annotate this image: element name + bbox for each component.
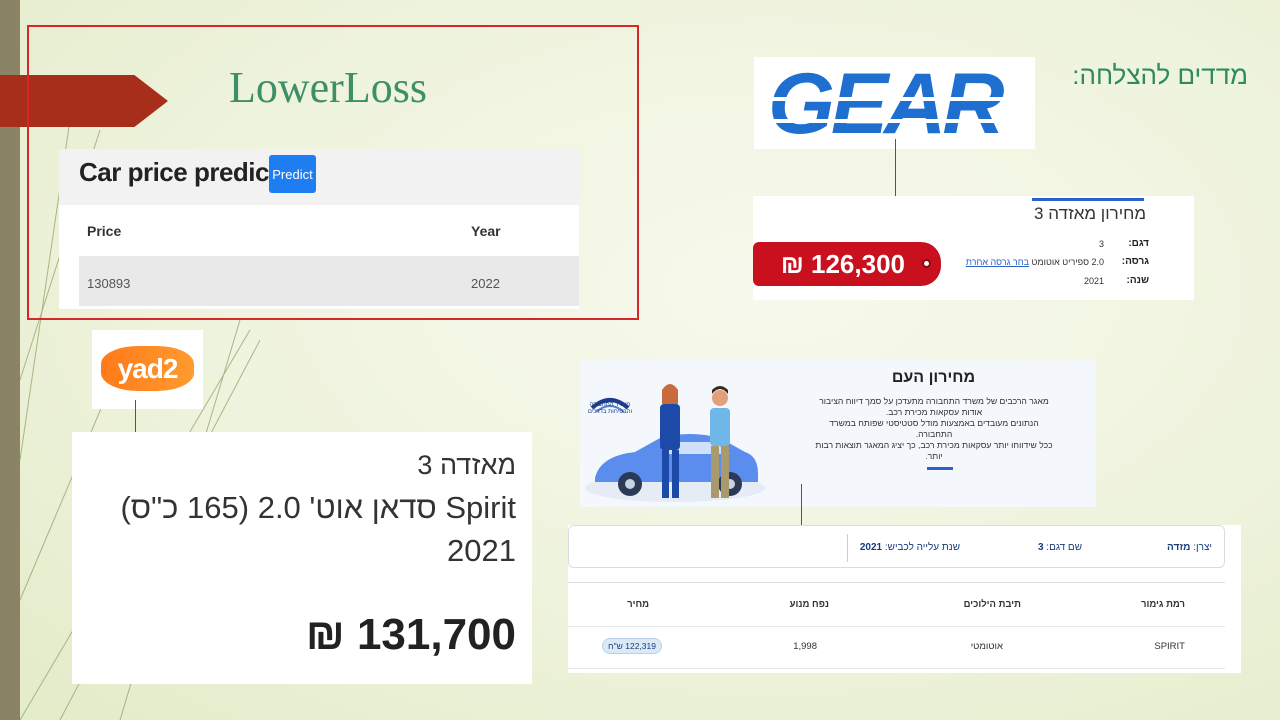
cell-trim: SPIRIT: [1154, 641, 1185, 652]
gear-price-card: מחירון מאזדה 3 דגם: 3 גרסה: 2.0 ספיריט א…: [753, 196, 1194, 300]
row-divider: [568, 668, 1225, 669]
choose-other-version-link[interactable]: בחר גרסה אחרת: [966, 257, 1029, 267]
field-value-version: 2.0 ספיריט אוטומט בחר גרסה אחרת: [965, 257, 1104, 267]
column-header-trim: רמת גימור: [1140, 599, 1185, 610]
filter-separator: [847, 534, 848, 562]
cell-price: 130893: [87, 276, 131, 291]
listing-year: 2021: [447, 533, 516, 568]
column-header-engine: נפח מנוע: [789, 599, 829, 610]
gov-title: מחירון העם: [891, 369, 976, 386]
gear-model-title: מחירון מאזדה 3: [1034, 204, 1146, 223]
field-label-version: גרסה:: [1121, 256, 1149, 267]
title-underline: [927, 467, 953, 470]
cell-year: 2022: [471, 276, 500, 291]
gov-price-table: יצרן: מזדה שם דגם: 3 שנת עלייה לכביש: 20…: [568, 525, 1241, 673]
table-row: [79, 256, 579, 306]
column-header-price: מחיר: [627, 599, 649, 610]
yad2-logo: yad2: [92, 330, 203, 409]
gov-description: מאגר הרכבים של משרד התחבורה מתעדכן על סמ…: [815, 396, 1053, 461]
gear-logo: GEAR: [754, 57, 1035, 149]
car-price-prediction-panel: Car price prediction Predict Price Year …: [59, 149, 579, 309]
column-header-gearbox: תיבת הילוכים: [963, 599, 1021, 610]
field-value-year: 2021: [1083, 276, 1104, 286]
price-tag: 126,300 ₪: [753, 242, 941, 286]
listing-model: מאזדה 3: [417, 450, 516, 480]
cell-gearbox: אוטומטי: [970, 641, 1003, 652]
gear-logo-text: GEAR: [768, 56, 1004, 152]
field-label-model: דגם:: [1128, 238, 1149, 249]
filter-model: שם דגם: 3: [1037, 542, 1082, 553]
column-header-price: Price: [87, 223, 122, 239]
field-value-model: 3: [1098, 239, 1104, 249]
column-header-year: Year: [471, 223, 501, 239]
success-metrics-label: מדדים להצלחה:: [1072, 60, 1248, 90]
yad2-listing-card: מאזדה 3 Spirit סדאן אוט' 2.0 (165 כ"ס) 2…: [72, 432, 532, 684]
filter-maker: יצרן: מזדה: [1167, 542, 1212, 553]
listing-version: Spirit סדאן אוט' 2.0 (165 כ"ס): [120, 490, 516, 525]
panel-header: Car price prediction Predict: [59, 149, 579, 205]
cell-price-badge: 122,319 ש"ח: [602, 638, 662, 654]
car-people-illustration: [585, 384, 765, 502]
connector-arrow-gear: [895, 139, 896, 203]
search-filters: יצרן: מזדה שם דגם: 3 שנת עלייה לכביש: 20…: [568, 525, 1225, 568]
field-label-year: שנה:: [1126, 275, 1149, 286]
predict-button[interactable]: Predict: [269, 155, 316, 193]
row-divider: [568, 626, 1225, 627]
filter-year: שנת עלייה לכביש: 2021: [859, 542, 960, 553]
listing-price: 131,700 ₪: [305, 610, 516, 659]
yad2-logo-text: yad2: [101, 346, 194, 391]
cell-engine: 1,998: [793, 641, 817, 652]
slide-title: LowerLoss: [229, 63, 427, 112]
gov-price-banner: משרד התחבורה והבטיחות בדרכים מחירון העם …: [580, 360, 1096, 507]
card-accent-line: [1032, 198, 1144, 201]
results-table: רמת גימור תיבת הילוכים נפח מנוע מחיר SPI…: [568, 582, 1225, 674]
price-tag-value: 126,300 ₪: [780, 248, 905, 279]
tag-hole-icon: [922, 259, 931, 268]
